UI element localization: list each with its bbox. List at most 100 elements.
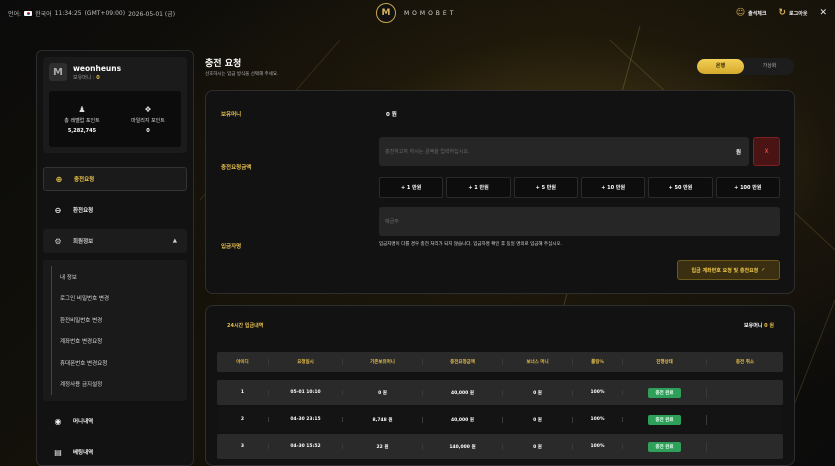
wallet-minus-icon: ⊖ [54,205,62,215]
caret-up-icon: ▲ [172,238,177,244]
toggle-crypto[interactable]: 가상화 [746,59,793,74]
sidebar-item-withdraw[interactable]: ⊖ 환전요청 [43,198,187,222]
check-icon: ✓ [761,267,766,273]
sidebar-menu: ⊕ 충전요청 ⊖ 환전요청 ⚙ 회원정보 ▲ 내 정보 로그인 비밀번호 변경 … [43,167,187,464]
member-info-submenu: 내 정보 로그인 비밀번호 변경 환전비밀번호 변경 계좌번호 변경요청 휴대폰… [43,260,187,401]
money-history-icon: ◉ [54,416,62,426]
close-icon[interactable]: ✕ [819,8,827,18]
amount-button-50000[interactable]: + 5 만원 [513,177,578,198]
cell-date: 04-30 15:52 [269,444,343,449]
cell-status: 충전 완료 [623,387,707,398]
user-balance-label: 보유머니 : [73,74,95,81]
page-title: 충전 요청 [205,59,242,69]
col-status: 진행상태 [623,359,707,365]
logout-icon: ↻ [778,8,787,18]
calendar-icon: ☺ [735,8,746,18]
sidebar-item-label: 환전요청 [73,208,94,214]
amount-button-10000b[interactable]: + 1 만원 [446,177,511,198]
language-value[interactable]: 한국어 [35,9,52,18]
cell-amount: 40,000 원 [423,416,503,423]
sidebar-item-betting-history[interactable]: ▤ 베팅내역 [43,440,187,464]
top-bar: 언어: 한국어 11:34:25 (GMT+09:00) 2026-05-01 … [0,0,835,26]
won-unit: 원 [736,150,742,156]
cell-date: 05-01 10:10 [269,390,343,395]
cell-status: 충전 완료 [623,441,707,452]
user-balance-value: 0 [96,74,100,81]
sidebar-item-member-info[interactable]: ⚙ 회원정보 ▲ [43,229,187,253]
mileage-icon: ❖ [144,104,152,114]
history-balance: 보유머니 0 원 [744,322,774,329]
payment-method-toggle: 은행 가상화 [696,58,794,75]
submenu-withdraw-password[interactable]: 환전비밀번호 변경 [51,309,179,331]
clock-time: 11:34:25 [54,9,82,17]
clear-amount-button[interactable]: X [753,137,780,166]
amount-button-100000[interactable]: + 10 만원 [580,177,646,198]
submenu-account-ban[interactable]: 계정사용 금지설정 [51,373,179,395]
attendance-button[interactable]: ☺ 출석체크 [736,8,767,18]
cell-bonus: 0 원 [503,416,573,423]
cell-rolling: 100% [573,390,623,395]
cell-date: 04-30 23:15 [269,417,343,422]
col-prev-balance: 기존보유머니 [343,359,423,365]
status-badge: 충전 완료 [648,441,681,452]
col-cancel: 충전 취소 [735,360,755,365]
submenu-account-change[interactable]: 계좌번호 변경요청 [51,330,179,352]
user-gear-icon: ⚙ [54,236,62,246]
cell-amount: 40,000 원 [423,389,503,396]
locale-info: 언어: 한국어 11:34:25 (GMT+09:00) 2026-05-01 … [8,9,175,18]
col-id: 아이디 [217,359,269,365]
cell-id: 3 [217,444,269,449]
amount-button-500000[interactable]: + 50 만원 [648,177,713,198]
sidebar-item-label: 충전요청 [74,177,95,183]
amount-button-1000000[interactable]: + 100 만원 [715,177,780,198]
page-subtitle: 선호하시는 입금 방식을 선택해 주세요. [205,72,279,77]
cell-prev: 8,748 원 [343,416,423,423]
cell-id: 1 [217,390,269,395]
logout-button[interactable]: ↻ 로그아웃 [779,8,808,18]
mileage-points-label: 마일리지 포인트 [131,117,165,124]
cell-bonus: 0 원 [503,443,573,450]
betting-history-icon: ▤ [54,447,62,457]
depositor-note: 입금자명이 다를 경우 충전 처리가 되지 않습니다. 입금자명 확인 후 동일… [379,242,562,247]
page-header: 충전 요청 선호하시는 입금 방식을 선택해 주세요. [205,56,278,77]
status-badge: 충전 완료 [648,414,681,425]
cell-amount: 140,000 원 [423,443,503,450]
amount-button-10000[interactable]: + 1 만원 [379,177,444,198]
korea-flag-icon[interactable] [24,10,33,16]
username: weonheuns [73,63,122,73]
depositor-input[interactable]: 예금주 [379,207,780,236]
table-row: 2 04-30 23:15 8,748 원 40,000 원 0 원 100% … [217,407,783,432]
profile-header: M weonheuns 보유머니 : 0 [49,63,181,81]
sidebar-item-label: 회원정보 [73,239,94,245]
clock-timezone: (GMT+09:00) [84,9,126,17]
sidebar-item-deposit[interactable]: ⊕ 충전요청 [43,167,187,191]
quick-amount-buttons: + 1 만원 + 1 만원 + 5 만원 + 10 만원 + 50 만원 + 1… [379,177,780,198]
amount-input[interactable]: 충전하고자 하시는 금액을 입력하십시오. [379,137,749,166]
levelup-points-value: 5,282,745 [67,127,97,134]
cell-status: 충전 완료 [623,414,707,425]
clock-date: 2026-05-01 (금) [128,10,176,18]
attendance-label: 출석체크 [748,10,767,17]
toggle-bank[interactable]: 은행 [697,59,744,74]
sidebar-item-label: 머니내역 [73,419,94,425]
amount-label: 충전요청금액 [221,165,252,171]
avatar: M [49,63,67,81]
sidebar: M weonheuns 보유머니 : 0 ♟ 총 레벨업 포인트 5,282,7… [36,50,194,466]
submit-label: 입금 계좌번호 요청 및 충전요청 [691,267,759,274]
profile-card: M weonheuns 보유머니 : 0 ♟ 총 레벨업 포인트 5,282,7… [43,57,187,153]
top-actions: ☺ 출석체크 ↻ 로그아웃 ✕ [736,8,827,18]
submenu-phone-change[interactable]: 휴대폰번호 변경요청 [51,352,179,374]
deposit-history-panel: 24시간 입금내역 보유머니 0 원 아이디 요청일시 기존보유머니 충전요청금… [205,305,795,466]
person-icon: ♟ [78,104,86,114]
col-rolling: 롤링% [573,359,623,365]
balance-value: 0 원 [386,112,397,118]
submenu-my-info[interactable]: 내 정보 [51,266,179,288]
submenu-login-password[interactable]: 로그인 비밀번호 변경 [51,287,179,309]
deposit-form-panel: 보유머니 0 원 충전요청금액 충전하고자 하시는 금액을 입력하십시오. 원 … [205,90,795,294]
levelup-points-label: 총 레벨업 포인트 [64,117,100,124]
sidebar-item-money-history[interactable]: ◉ 머니내역 [43,409,187,433]
wallet-plus-icon: ⊕ [55,174,63,184]
submit-deposit-button[interactable]: 입금 계좌번호 요청 및 충전요청 ✓ [677,260,780,280]
logout-label: 로그아웃 [789,10,808,17]
user-balance: 보유머니 : 0 [73,74,121,81]
